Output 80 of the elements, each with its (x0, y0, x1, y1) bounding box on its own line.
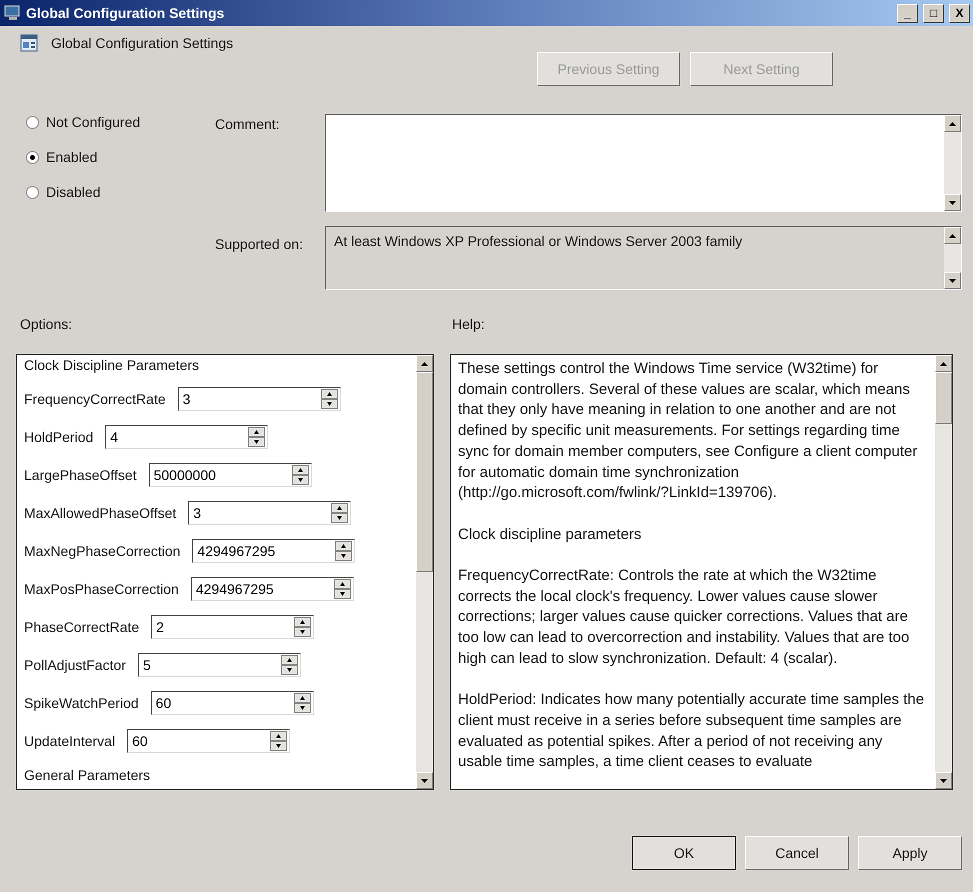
spin-field[interactable]: 60 (150, 691, 314, 715)
option-label: FrequencyCorrectRate (24, 391, 166, 407)
cancel-button[interactable]: Cancel (745, 836, 849, 870)
ok-button[interactable]: OK (632, 836, 736, 870)
setting-title: Global Configuration Settings (51, 35, 234, 51)
minimize-button[interactable]: _ (897, 4, 918, 22)
spinner-icon[interactable] (270, 731, 288, 751)
spin-field[interactable]: 2 (151, 615, 314, 639)
spinner-icon[interactable] (294, 617, 312, 637)
window-title: Global Configuration Settings (26, 5, 226, 21)
scrollbar[interactable] (935, 355, 952, 789)
help-paragraph: HoldPeriod: Indicates how many potentially accurate time samples the client must receive in a series before subsequent time samples are evaluated as potential spikes. After a period of not receiving any usable time samples, a time client ceases to evaluate (458, 690, 926, 772)
scroll-down-button[interactable] (416, 772, 433, 789)
radio-option[interactable]: Not Configured (26, 114, 215, 130)
radio-option[interactable]: Disabled (26, 184, 215, 200)
down-arrow-icon (940, 778, 947, 782)
computer-icon (4, 5, 22, 21)
scrollbar[interactable] (944, 227, 961, 289)
scrollbar[interactable] (416, 355, 433, 789)
scrollbar-thumb[interactable] (416, 372, 433, 572)
comment-label: Comment: (215, 115, 281, 134)
option-label: MaxPosPhaseCorrection (24, 581, 179, 597)
radio-icon[interactable] (26, 186, 39, 198)
options-heading: Clock Discipline Parameters (24, 357, 200, 373)
down-arrow-icon (421, 778, 428, 782)
radio-icon[interactable] (26, 150, 39, 164)
help-paragraph: Clock discipline parameters (458, 524, 642, 545)
option-label: PhaseCorrectRate (24, 619, 140, 635)
help-paragraph: FrequencyCorrectRate: Controls the rate at which the W32time corrects the local clock's frequency. Lower values cause slower corrections; larger values cause quicker corrections. Values that are too low can lead to overcorrection and instability. Values that are too high can lead to slow synchronization. Default: 4 (scalar). (458, 566, 910, 669)
down-arrow-icon (949, 200, 956, 204)
radio-icon[interactable] (26, 116, 39, 128)
scroll-down-button[interactable] (944, 272, 961, 289)
settings-window-icon (20, 34, 38, 52)
spin-field[interactable]: 50000000 (148, 463, 312, 487)
down-arrow-icon (949, 278, 956, 282)
spinner-icon[interactable] (334, 579, 351, 599)
apply-button[interactable]: Apply (858, 836, 962, 870)
scroll-up-button[interactable] (416, 355, 433, 372)
scroll-down-button[interactable] (944, 194, 961, 211)
option-label: UpdateInterval (24, 733, 116, 749)
up-arrow-icon (421, 362, 428, 366)
spin-field[interactable]: 5 (138, 653, 301, 677)
scroll-up-button[interactable] (944, 115, 961, 132)
spinner-icon[interactable] (292, 465, 309, 485)
options-label: Options: (20, 315, 74, 332)
up-arrow-icon (949, 122, 956, 126)
spinner-icon[interactable] (320, 389, 338, 409)
spin-field[interactable]: 3 (178, 387, 341, 411)
comment-field[interactable] (325, 114, 962, 212)
close-button[interactable]: X (949, 4, 970, 22)
option-label: HoldPeriod (24, 429, 94, 445)
up-arrow-icon (940, 362, 947, 366)
supported-on-label: Supported on: (215, 235, 304, 254)
scrollbar[interactable] (944, 115, 961, 211)
scroll-up-button[interactable] (935, 355, 952, 372)
spinner-icon[interactable] (280, 655, 298, 675)
spinner-icon[interactable] (331, 503, 348, 523)
spinner-icon[interactable] (294, 693, 311, 713)
option-label: MaxAllowedPhaseOffset (24, 505, 176, 521)
spin-field[interactable]: 4 (105, 425, 268, 449)
help-paragraph: These settings control the Windows Time service (W32time) for domain controllers. Several of these values are scalar, which means that they only have meaning in relation to one another and are not defined by specific unit measurements. For settings regarding time sync for domain member computers, see Configure a client computer for automatic domain time synchronization (http://go.microsoft.com/fwlink/?LinkId=139706). (458, 359, 918, 504)
spinner-icon[interactable] (335, 541, 352, 561)
scrollbar-thumb[interactable] (935, 372, 952, 424)
option-label: SpikeWatchPeriod (24, 695, 139, 711)
spin-field[interactable]: 4294967295 (192, 539, 356, 563)
spin-field[interactable]: 4294967295 (190, 577, 354, 601)
spin-field[interactable]: 60 (127, 729, 290, 753)
radio-option[interactable]: Enabled (26, 149, 215, 165)
scroll-up-button[interactable] (944, 227, 961, 244)
spinner-icon[interactable] (248, 427, 266, 447)
maximize-button[interactable]: □ (923, 4, 944, 22)
option-label: PollAdjustFactor (24, 657, 126, 673)
supported-on-text: At least Windows XP Professional or Windows Server 2003 family (333, 232, 744, 251)
option-label: MaxNegPhaseCorrection (24, 543, 180, 559)
spin-field[interactable]: 3 (188, 501, 352, 525)
options-heading: General Parameters (24, 767, 152, 783)
help-label: Help: (452, 315, 485, 332)
scroll-down-button[interactable] (935, 772, 952, 789)
option-label: LargePhaseOffset (24, 467, 137, 483)
up-arrow-icon (949, 234, 956, 238)
